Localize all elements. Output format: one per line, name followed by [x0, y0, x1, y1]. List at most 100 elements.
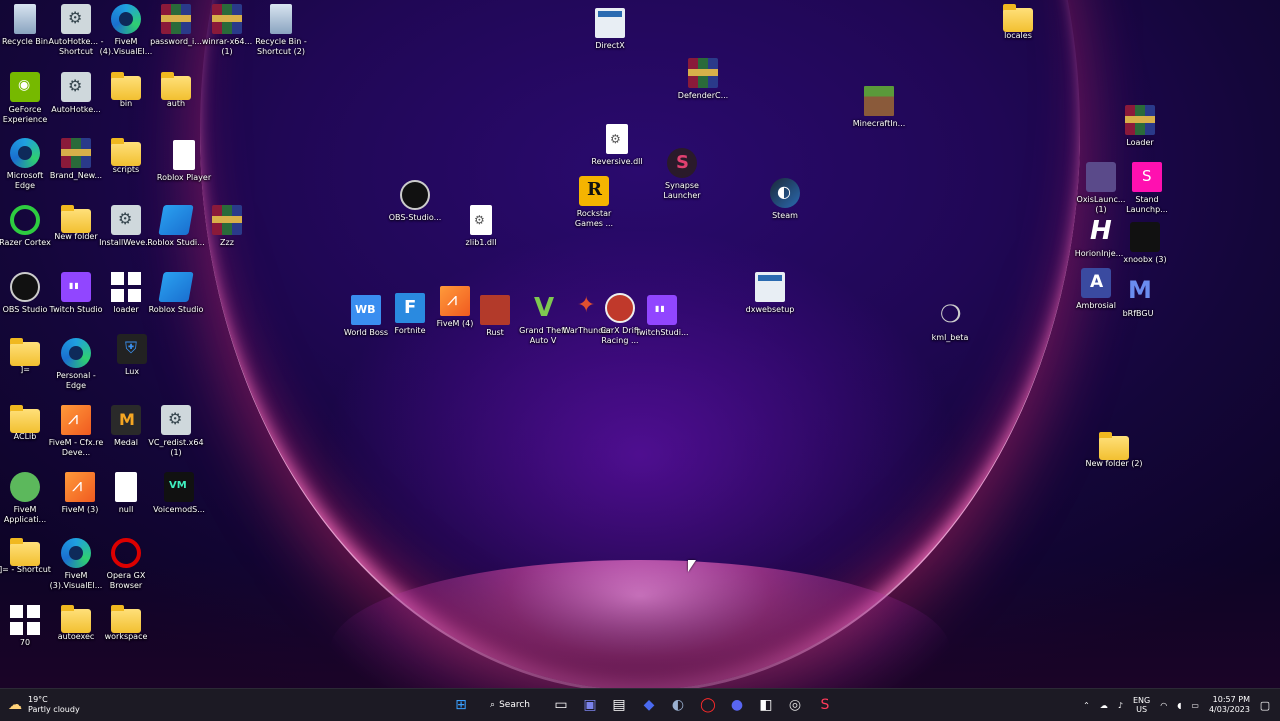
desktop-icon-label: null [118, 505, 134, 514]
desktop-icon-label: GeForce Experience [2, 105, 48, 124]
clock[interactable]: 10:57 PM 4/03/2023 [1209, 695, 1250, 715]
desktop-icon[interactable]: Steam [756, 178, 814, 221]
desktop-icon-label: Roblox Studio [148, 305, 204, 314]
desktop-icon[interactable]: Opera GX Browser [97, 538, 155, 591]
winrar-icon [688, 58, 718, 88]
roblox-studio-icon [158, 272, 194, 302]
chevron-up-icon[interactable]: ⌃ [1083, 701, 1090, 710]
desktop-icon[interactable]: ACLib [0, 405, 54, 442]
taskbar-discord-button[interactable]: ● [724, 689, 750, 721]
winrar-icon [212, 205, 242, 235]
desktop-icon[interactable]: null [97, 472, 155, 515]
desktop-icon[interactable]: auth [147, 72, 205, 109]
microphone-icon[interactable]: ♪ [1118, 701, 1123, 710]
installer-icon [595, 8, 625, 38]
desktop-icon[interactable]: scripts [97, 138, 155, 175]
desktop-icon[interactable]: bRfBGU [1109, 276, 1167, 319]
taskbar-app4-button[interactable]: S [812, 689, 838, 721]
notification-icon[interactable]: ▢ [1256, 689, 1274, 721]
desktop-icon[interactable]: OBS-Studio... [386, 180, 444, 223]
edge-icon [61, 538, 91, 568]
desktop-icon[interactable]: locales [989, 4, 1047, 41]
input-language[interactable]: ENG US [1133, 696, 1150, 714]
taskbar-app3-button[interactable]: ◎ [782, 689, 808, 721]
desktop-icon-label: Microsoft Edge [6, 171, 44, 190]
taskbar-chat-button[interactable]: ▣ [577, 689, 603, 721]
desktop-icon[interactable]: 70 [0, 605, 54, 648]
desktop-icon-label: Steam [772, 211, 798, 220]
weather-widget[interactable]: ☁ 19°C Partly cloudy [8, 689, 98, 721]
desktop-icon[interactable]: xnoobx (3) [1116, 222, 1174, 265]
desktop-icon-label: Recycle Bin [1, 37, 49, 46]
desktop-icon[interactable]: Razer Cortex [0, 205, 54, 248]
leaf-icon [935, 300, 965, 330]
desktop-icon[interactable]: workspace [97, 605, 155, 642]
chat-icon: ▣ [583, 697, 597, 713]
desktop-icon[interactable]: Zzz [198, 205, 256, 248]
fortnite-icon [395, 293, 425, 323]
desktop-icon[interactable]: Synapse Launcher [653, 148, 711, 201]
file-icon [115, 472, 137, 502]
desktop-icon[interactable]: Roblox Player [155, 140, 213, 183]
desktop-icon[interactable]: Recycle Bin - Shortcut (2) [252, 4, 310, 57]
taskbar-task-view-button[interactable]: ▭ [548, 689, 574, 721]
desktop-icon-label: auth [166, 99, 186, 108]
taskbar-steam-button[interactable]: ◐ [665, 689, 691, 721]
search-button[interactable]: ⌕ Search [482, 689, 538, 721]
desktop-icon[interactable]: New folder (2) [1085, 432, 1143, 469]
language-code: ENG [1132, 696, 1151, 705]
taskbar-app2-button[interactable]: ◧ [753, 689, 779, 721]
desktop-icon-label: DefenderC... [677, 91, 729, 100]
desktop-icon-label: MinecraftIn... [852, 119, 906, 128]
desktop-icon[interactable]: Reversive.dll [588, 124, 646, 167]
taskbar-store-button[interactable]: ▤ [606, 689, 632, 721]
desktop-icon[interactable]: zlib1.dll [452, 205, 510, 248]
desktop-icon[interactable]: Rockstar Games ... [565, 176, 623, 229]
wallpaper-shade [0, 560, 1280, 688]
desktop-icon[interactable]: VoicemodS... [150, 472, 208, 515]
desktop-icon[interactable]: Personal - Edge [47, 338, 105, 391]
desktop-icon[interactable]: DefenderC... [674, 58, 732, 101]
snail-icon [10, 472, 40, 502]
desktop-icon-label: OBS-Studio... [388, 213, 442, 222]
wifi-icon[interactable]: ◠ [1160, 701, 1167, 710]
desktop-icon-label: 70 [19, 638, 31, 647]
cloud-icon[interactable]: ☁ [1100, 701, 1108, 710]
synapse-icon [667, 148, 697, 178]
taskbar-app-button[interactable]: ◆ [636, 689, 662, 721]
desktop-icon[interactable]: MinecraftIn... [850, 86, 908, 129]
twitch-icon [61, 272, 91, 302]
region-code: US [1136, 705, 1148, 714]
desktop-icon[interactable]: ]= - Shortcut [0, 538, 54, 575]
desktop-icon-label: zlib1.dll [465, 238, 497, 247]
desktop-icon[interactable]: TwitchStudi... [633, 295, 691, 338]
desktop-icon[interactable]: Roblox Studio [147, 272, 205, 315]
desktop-icon[interactable]: FiveM Applicati... [0, 472, 54, 525]
desktop-icon[interactable]: ]= [0, 338, 54, 375]
taskbar-opera-button[interactable]: ◯ [695, 689, 721, 721]
desktop-icon[interactable]: winrar-x64... (1) [198, 4, 256, 57]
desktop[interactable]: Recycle BinAutoHotke... - ShortcutFiveM … [0, 0, 1280, 688]
desktop-icon[interactable]: Recycle Bin [0, 4, 54, 47]
desktop-icon-label: Stand Launchp... [1126, 195, 1168, 214]
desktop-icon[interactable]: DirectX [581, 8, 639, 51]
desktop-icon[interactable]: Stand Launchp... [1118, 162, 1176, 215]
desktop-icon[interactable]: OBS Studio [0, 272, 54, 315]
battery-icon[interactable]: ▭ [1191, 701, 1199, 710]
desktop-icon[interactable]: Roblox Studi... [147, 205, 205, 248]
desktop-icon[interactable]: VC_redist.x64 (1) [147, 405, 205, 458]
desktop-icon-label: workspace [104, 632, 148, 641]
opera-icon [111, 538, 141, 568]
desktop-icon[interactable]: password_i... [147, 4, 205, 47]
desktop-icon[interactable]: Microsoft Edge [0, 138, 54, 191]
clock-time: 10:57 PM [1212, 695, 1250, 704]
desktop-icon[interactable]: Loader [1111, 105, 1169, 148]
taskbar-start-button[interactable]: ⊞ [448, 689, 474, 721]
desktop-icon[interactable]: Lux [103, 334, 161, 377]
desktop-icon[interactable]: dxwebsetup [741, 272, 799, 315]
gta-icon [528, 293, 558, 323]
desktop-icon[interactable]: kml_beta [921, 300, 979, 343]
stand-icon [1132, 162, 1162, 192]
desktop-icon[interactable]: GeForce Experience [0, 72, 54, 125]
volume-icon[interactable]: ◖ [1177, 701, 1181, 710]
